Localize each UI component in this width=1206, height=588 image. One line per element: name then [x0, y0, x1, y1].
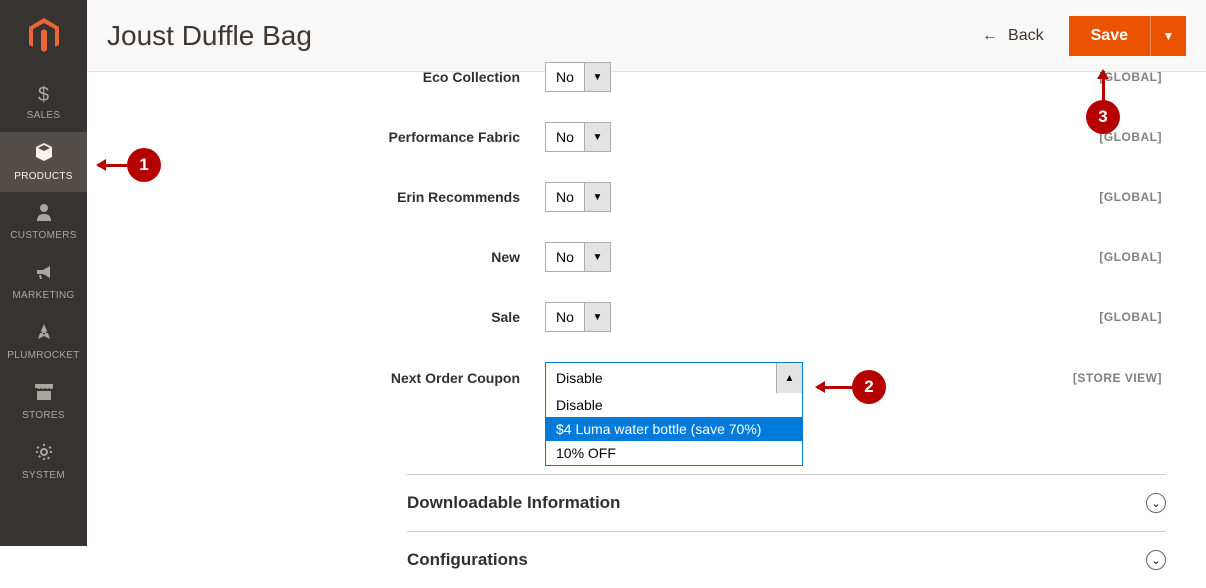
annotation-2: 2 — [852, 370, 886, 404]
performance-fabric-select[interactable]: No ▼ — [545, 122, 611, 152]
annotation-1: 1 — [127, 148, 161, 182]
section-title: Configurations — [407, 550, 528, 570]
field-performance-fabric: Performance Fabric No ▼ [GLOBAL] — [107, 122, 1186, 152]
scope-label: [GLOBAL] — [1099, 310, 1162, 324]
field-eco-collection: Eco Collection No ▼ [GLOBAL] — [107, 62, 1186, 92]
page-title: Joust Duffle Bag — [107, 20, 982, 52]
nav-plumrocket[interactable]: PLUMROCKET — [0, 312, 87, 372]
select-value: Disable — [546, 363, 776, 393]
annotation-arrow-1 — [98, 164, 130, 167]
chevron-down-icon: ▼ — [584, 123, 610, 151]
dropdown-option-10off[interactable]: 10% OFF — [546, 441, 802, 465]
gear-icon — [35, 443, 53, 467]
scope-label: [GLOBAL] — [1099, 250, 1162, 264]
dropdown-menu: Disable $4 Luma water bottle (save 70%) … — [545, 393, 803, 466]
field-sale: Sale No ▼ [GLOBAL] — [107, 302, 1186, 332]
rocket-icon — [35, 323, 53, 347]
save-button[interactable]: Save — [1069, 16, 1150, 56]
field-new: New No ▼ [GLOBAL] — [107, 242, 1186, 272]
field-label: Next Order Coupon — [107, 369, 545, 387]
select-value: No — [546, 123, 584, 151]
nav-products[interactable]: PRODUCTS — [0, 132, 87, 192]
field-label: Sale — [107, 308, 545, 326]
dropdown-option-disable[interactable]: Disable — [546, 393, 802, 417]
chevron-down-icon: ▼ — [584, 63, 610, 91]
nav-customers[interactable]: CUSTOMERS — [0, 192, 87, 252]
sale-select[interactable]: No ▼ — [545, 302, 611, 332]
back-label: Back — [1008, 27, 1044, 45]
person-icon — [35, 203, 53, 227]
save-dropdown-button[interactable]: ▼ — [1150, 16, 1186, 56]
nav-label: STORES — [22, 410, 65, 421]
nav-label: SYSTEM — [22, 470, 65, 481]
select-value: No — [546, 183, 584, 211]
select-value: No — [546, 63, 584, 91]
new-select[interactable]: No ▼ — [545, 242, 611, 272]
field-label: Eco Collection — [107, 68, 545, 86]
scope-label: [GLOBAL] — [1099, 190, 1162, 204]
field-next-order-coupon: Next Order Coupon Disable ▲ Disable $4 L… — [107, 362, 1186, 394]
select-value: No — [546, 243, 584, 271]
section-title: Downloadable Information — [407, 493, 620, 513]
chevron-down-icon: ▼ — [584, 243, 610, 271]
nav-system[interactable]: SYSTEM — [0, 432, 87, 492]
content: Eco Collection No ▼ [GLOBAL] Performance… — [87, 72, 1206, 546]
select-value: No — [546, 303, 584, 331]
chevron-up-icon: ▲ — [776, 363, 802, 393]
annotation-3: 3 — [1086, 100, 1120, 134]
erin-recommends-select[interactable]: No ▼ — [545, 182, 611, 212]
expand-icon[interactable]: ⌄ — [1146, 493, 1166, 513]
nav-label: SALES — [27, 110, 61, 121]
field-label: Performance Fabric — [107, 128, 545, 146]
next-order-coupon-select[interactable]: Disable ▲ Disable $4 Luma water bottle (… — [545, 362, 803, 394]
field-erin-recommends: Erin Recommends No ▼ [GLOBAL] — [107, 182, 1186, 212]
eco-collection-select[interactable]: No ▼ — [545, 62, 611, 92]
field-label: New — [107, 248, 545, 266]
dropdown-option-luma[interactable]: $4 Luma water bottle (save 70%) — [546, 417, 802, 441]
chevron-down-icon: ▼ — [584, 183, 610, 211]
section-downloadable[interactable]: Downloadable Information ⌄ — [407, 474, 1166, 531]
expand-icon[interactable]: ⌄ — [1146, 550, 1166, 570]
arrow-left-icon: ← — [982, 27, 998, 45]
magento-logo[interactable] — [0, 0, 87, 72]
store-icon — [34, 383, 54, 407]
triangle-down-icon: ▼ — [1163, 29, 1175, 43]
scope-label: [STORE VIEW] — [1073, 371, 1162, 385]
back-button[interactable]: ← Back — [982, 27, 1044, 45]
cube-icon — [34, 142, 54, 168]
field-label: Erin Recommends — [107, 188, 545, 206]
annotation-arrow-2 — [817, 386, 855, 389]
megaphone-icon — [35, 263, 53, 287]
nav-label: PLUMROCKET — [7, 350, 79, 361]
nav-label: PRODUCTS — [14, 171, 73, 182]
chevron-down-icon: ▼ — [584, 303, 610, 331]
sidebar: $ SALES PRODUCTS CUSTOMERS MARKETING PLU… — [0, 0, 87, 546]
save-button-group: Save ▼ — [1069, 16, 1186, 56]
nav-label: MARKETING — [12, 290, 74, 301]
nav-stores[interactable]: STORES — [0, 372, 87, 432]
dollar-icon: $ — [38, 84, 49, 107]
section-configurations[interactable]: Configurations ⌄ — [407, 531, 1166, 588]
nav-sales[interactable]: $ SALES — [0, 72, 87, 132]
nav-label: CUSTOMERS — [10, 230, 76, 241]
annotation-arrow-3 — [1102, 71, 1105, 103]
nav-marketing[interactable]: MARKETING — [0, 252, 87, 312]
